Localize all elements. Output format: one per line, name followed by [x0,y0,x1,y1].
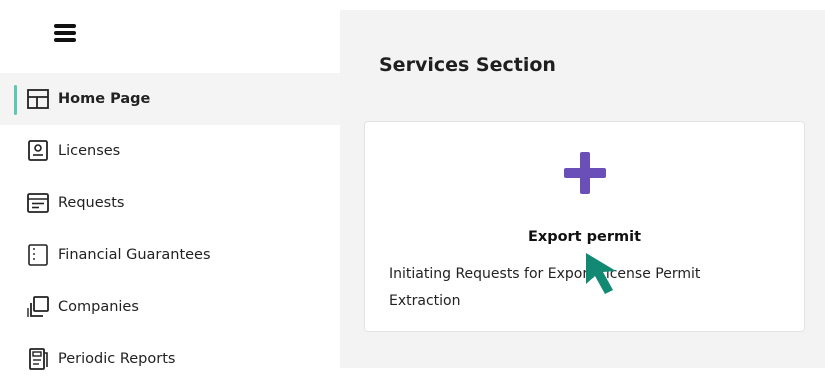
companies-icon [26,295,50,319]
sidebar-item-label: Requests [58,195,125,211]
sidebar-item-companies[interactable]: Companies [0,281,340,333]
sidebar-item-label: Home Page [58,91,151,107]
sidebar-item-label: Companies [58,299,139,315]
license-card-icon [26,139,50,163]
layout-icon [26,87,50,111]
sidebar-item-label: Licenses [58,143,121,159]
sidebar-nav: Home Page Licenses Requests Financial Gu… [0,73,340,385]
page-title: Services Section [379,54,556,76]
sidebar-item-requests[interactable]: Requests [0,177,340,229]
sidebar-item-home-page[interactable]: Home Page [0,73,340,125]
sidebar-item-label: Financial Guarantees [58,247,211,263]
plus-icon [564,152,606,194]
sidebar-item-label: Periodic Reports [58,351,176,367]
export-permit-card[interactable]: Export permit Initiating Requests for Ex… [364,121,805,332]
card-description: Initiating Requests for Export License P… [389,266,701,309]
requests-icon [26,191,50,215]
sidebar-item-financial-guarantees[interactable]: Financial Guarantees [0,229,340,281]
sidebar: Home Page Licenses Requests Financial Gu… [0,0,340,370]
main-content: Services Section Export permit Initiatin… [340,10,825,368]
hamburger-menu-icon[interactable] [54,24,76,44]
sidebar-item-periodic-reports[interactable]: Periodic Reports [0,333,340,385]
sidebar-item-licenses[interactable]: Licenses [0,125,340,177]
card-title: Export permit [527,229,642,245]
reports-icon [26,347,50,371]
guarantee-icon [26,243,50,267]
